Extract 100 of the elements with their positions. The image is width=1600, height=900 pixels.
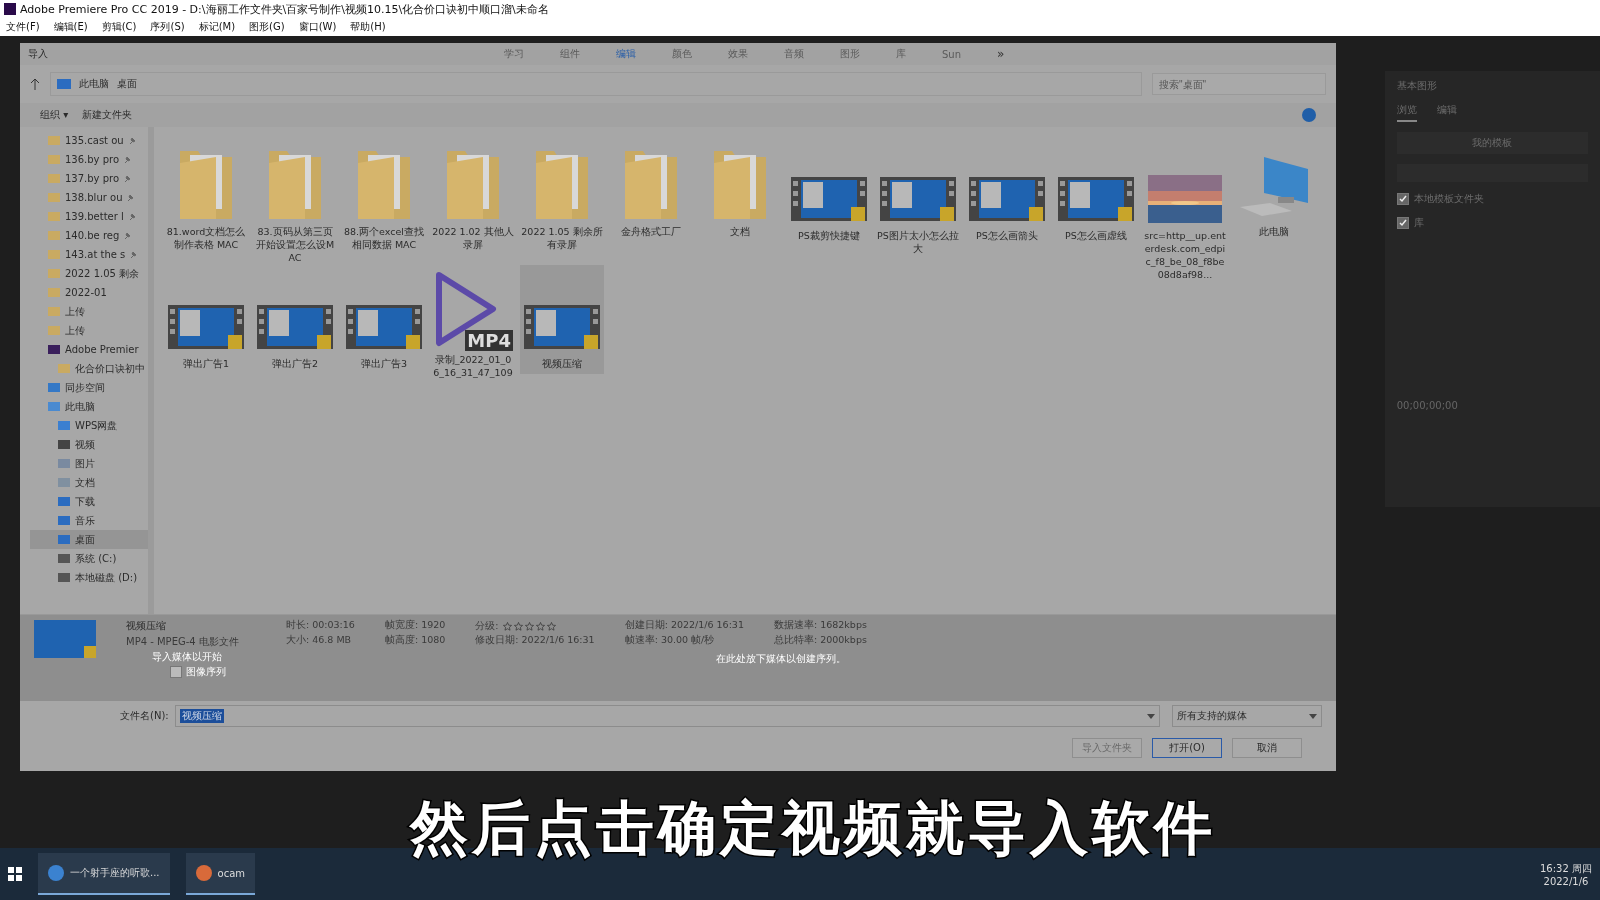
- nav-item[interactable]: 140.be reg: [30, 226, 148, 245]
- file-item[interactable]: 2022 1.02 其他人录屏: [431, 137, 515, 255]
- dialog-button[interactable]: 取消: [1232, 738, 1302, 758]
- detail-field: 数据速率: 1682kbps: [773, 619, 867, 634]
- nav-item[interactable]: 桌面: [30, 530, 148, 549]
- menu-item[interactable]: 编辑(E): [53, 20, 88, 34]
- search-field[interactable]: 搜索"桌面": [1152, 73, 1326, 95]
- nav-item[interactable]: 上传: [30, 321, 148, 340]
- checkbox[interactable]: [1396, 193, 1409, 205]
- nav-item[interactable]: 143.at the s: [30, 245, 148, 264]
- checkbox[interactable]: [1396, 217, 1409, 229]
- window-title: Adobe Premiere Pro CC 2019 - D:\海丽工作文件夹\百家号制作\视频10.15\化合价口诀初中顺口溜\未命名: [20, 1, 549, 17]
- file-item[interactable]: MP4 录制_2022_01_06_16_31_47_109: [431, 265, 515, 383]
- menu-item[interactable]: 窗口(W): [298, 20, 337, 34]
- breadcrumb-item[interactable]: 此电脑: [79, 77, 109, 91]
- hint-text: 导入媒体以开始: [152, 651, 223, 664]
- file-item[interactable]: 88.两个excel查找相同数据 MAC: [342, 137, 426, 255]
- pin-icon: [124, 155, 132, 164]
- file-item[interactable]: 弹出广告1: [164, 265, 248, 374]
- video-icon: [168, 303, 244, 351]
- video-icon: [524, 303, 600, 351]
- command-button[interactable]: 新建文件夹: [82, 108, 133, 122]
- dialog-button[interactable]: 打开(O): [1152, 738, 1222, 758]
- file-item[interactable]: PS裁剪快捷键: [787, 137, 871, 246]
- more-tabs[interactable]: »: [997, 47, 1005, 61]
- nav-item[interactable]: 视频: [30, 435, 148, 454]
- pin-icon: [124, 174, 132, 183]
- file-item[interactable]: PS怎么画虚线: [1054, 137, 1138, 246]
- nav-item[interactable]: 2022-01: [30, 283, 148, 302]
- filename-field[interactable]: 视频压缩: [174, 705, 1160, 727]
- nav-item[interactable]: Adobe Premier: [30, 340, 148, 359]
- nav-item[interactable]: 图片: [30, 454, 148, 473]
- nav-item[interactable]: 化合价口诀初中: [30, 359, 148, 378]
- detail-field: 创建日期: 2022/1/6 16:31: [624, 619, 744, 634]
- windows-icon[interactable]: [8, 867, 22, 881]
- address-bar[interactable]: 此电脑 桌面: [50, 72, 1142, 96]
- video-icon: [791, 175, 867, 223]
- file-item[interactable]: 视频压缩: [520, 265, 604, 374]
- checkbox-label: 本地模板文件夹: [1413, 192, 1484, 206]
- file-item[interactable]: src=http__up.enterdesk.com_edpic_f8_be_08_f8be08d8af98...: [1143, 137, 1227, 285]
- filter-dropdown[interactable]: 所有支持的媒体: [1172, 705, 1322, 727]
- nav-item[interactable]: 下载: [30, 492, 148, 511]
- file-item[interactable]: 此电脑: [1232, 137, 1316, 242]
- nav-item[interactable]: 135.cast ou: [30, 131, 148, 150]
- nav-item[interactable]: 138.blur ou: [30, 188, 148, 207]
- menu-item[interactable]: 序列(S): [150, 20, 185, 34]
- file-item[interactable]: 83.页码从第三页开始设置怎么设M AC: [253, 137, 337, 268]
- star-rating[interactable]: [502, 622, 556, 631]
- detail-field: 总比特率: 2000kbps: [773, 634, 867, 649]
- chevron-icon: [1147, 713, 1155, 719]
- taskbar-app[interactable]: 一个射手座的听歌...: [38, 853, 170, 895]
- clock-time: 16:32 周四: [1540, 861, 1592, 876]
- video-thumbnail: [34, 620, 96, 658]
- chevron-icon: [1309, 713, 1317, 719]
- app-icon: [4, 3, 16, 15]
- file-item[interactable]: 81.word文档怎么制作表格 MAC: [164, 137, 248, 255]
- command-button[interactable]: 组织 ▾: [40, 108, 69, 122]
- nav-item[interactable]: 音乐: [30, 511, 148, 530]
- nav-item[interactable]: 上传: [30, 302, 148, 321]
- detail-field: 帧速率: 30.00 帧/秒: [624, 634, 744, 649]
- file-type: MP4 - MPEG-4 电影文件: [126, 635, 240, 649]
- file-item[interactable]: 弹出广告3: [342, 265, 426, 374]
- menu-item[interactable]: 文件(F): [6, 20, 40, 34]
- pin-icon: [128, 136, 136, 145]
- menu-item[interactable]: 图形(G): [249, 20, 285, 34]
- menu-item[interactable]: 标记(M): [198, 20, 236, 34]
- nav-item[interactable]: 系统 (C:): [30, 549, 148, 568]
- file-item[interactable]: 弹出广告2: [253, 265, 337, 374]
- video-icon: [346, 303, 422, 351]
- nav-item[interactable]: 此电脑: [30, 397, 148, 416]
- nav-item[interactable]: 137.by pro: [30, 169, 148, 188]
- subtitle: 然后点击确定视频就导入软件: [410, 793, 1216, 864]
- file-item[interactable]: 文档: [698, 137, 782, 242]
- nav-item[interactable]: 文档: [30, 473, 148, 492]
- up-arrow-icon[interactable]: [30, 78, 40, 90]
- video-icon: [257, 303, 333, 351]
- help-icon[interactable]: [1302, 108, 1316, 122]
- nav-item[interactable]: 136.by pro: [30, 150, 148, 169]
- detail-field: 帧宽度: 1920: [384, 619, 446, 634]
- pin-icon: [124, 231, 132, 240]
- video-icon: [969, 175, 1045, 223]
- monitor-icon: [57, 79, 71, 89]
- detail-field: 时长: 00:03:16: [286, 619, 355, 634]
- nav-item[interactable]: WPS网盘: [30, 416, 148, 435]
- nav-item[interactable]: 2022 1.05 剩余: [30, 264, 148, 283]
- file-item[interactable]: 2022 1.05 剩余所有录屏: [520, 137, 604, 255]
- file-item[interactable]: PS怎么画箭头: [965, 137, 1049, 246]
- nav-item[interactable]: 本地磁盘 (D:): [30, 568, 148, 587]
- detail-field: 帧高度: 1080: [384, 634, 446, 649]
- file-item[interactable]: PS图片太小怎么拉大: [876, 137, 960, 259]
- nav-item[interactable]: 139.better l: [30, 207, 148, 226]
- checkbox-label: 图像序列: [186, 666, 226, 679]
- taskbar-app[interactable]: ocam: [185, 853, 256, 895]
- menu-item[interactable]: 帮助(H): [350, 20, 386, 34]
- checkbox[interactable]: [170, 666, 182, 678]
- nav-item[interactable]: 同步空间: [30, 378, 148, 397]
- file-item[interactable]: 金舟格式工厂: [609, 137, 693, 242]
- hint-text: 在此处放下媒体以创建序列。: [716, 653, 847, 666]
- menu-item[interactable]: 剪辑(C): [101, 20, 137, 34]
- breadcrumb-item[interactable]: 桌面: [117, 77, 137, 91]
